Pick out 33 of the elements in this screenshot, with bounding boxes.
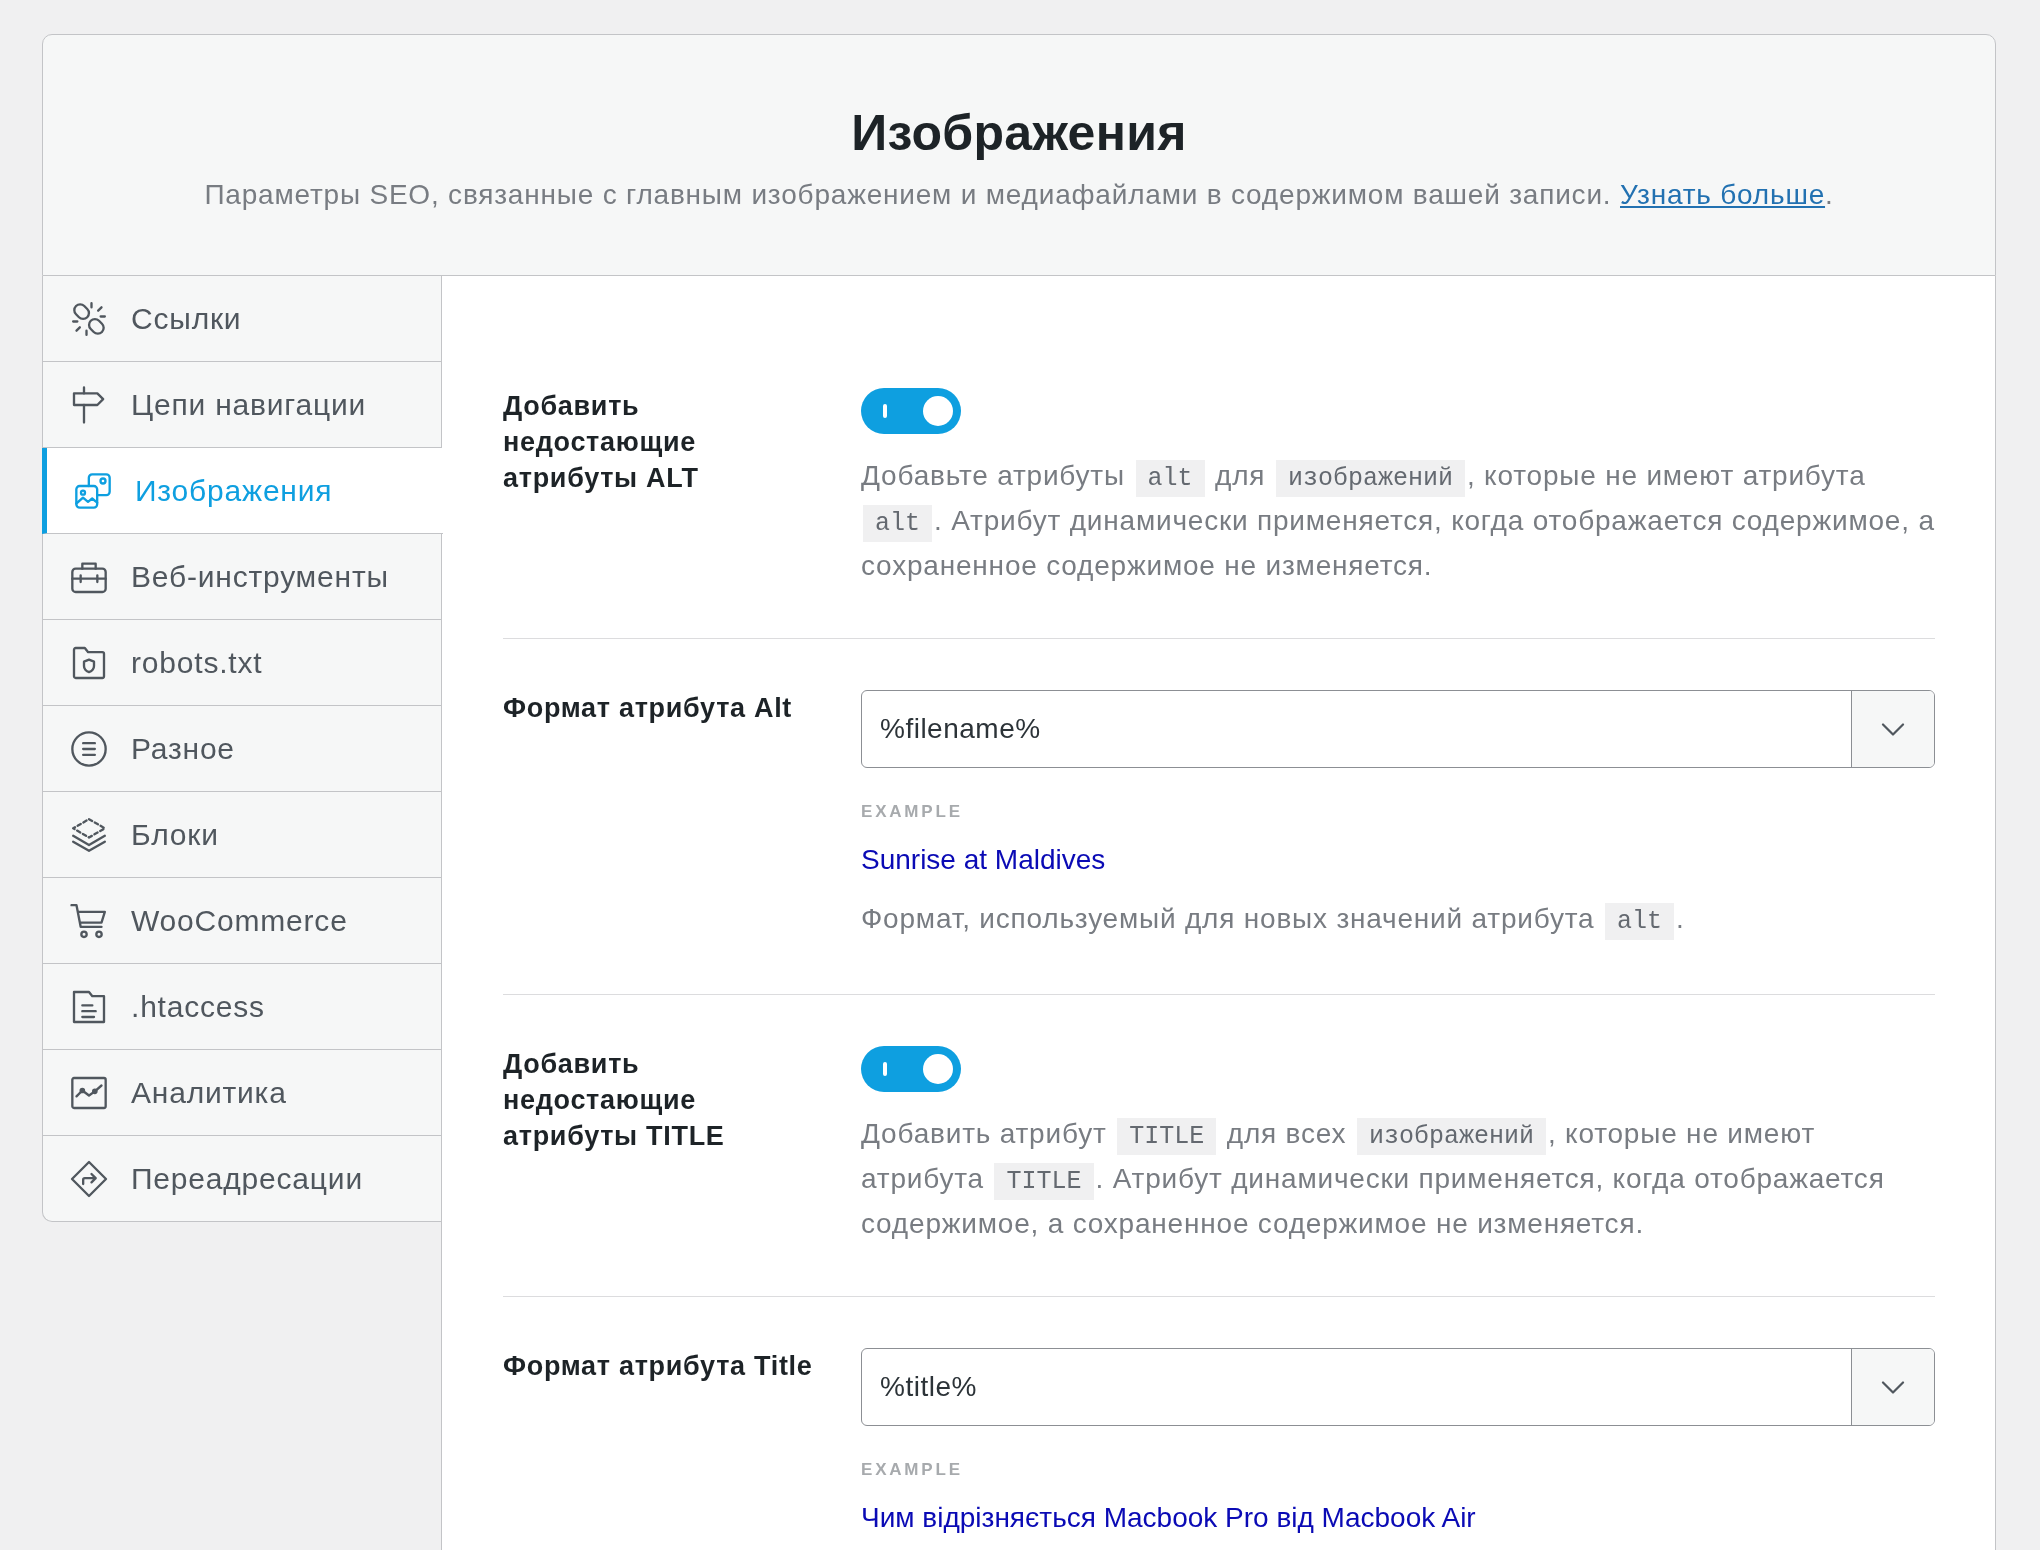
- sidebar-item[interactable]: .htaccess: [42, 964, 441, 1050]
- sidebar-item[interactable]: Цепи навигации: [42, 362, 441, 448]
- sidebar-item[interactable]: Блоки: [42, 792, 441, 878]
- example-preview: Чим відрізняється Macbook Pro від Macbook Air: [861, 1501, 1476, 1535]
- toggle-switch[interactable]: [861, 1046, 961, 1092]
- page-description: Параметры SEO, связанные с главным изображением и медиафайлами в содержимом вашей записи. Узнать больше.: [203, 178, 1835, 212]
- chevron-down-icon: [1881, 1380, 1905, 1394]
- images-icon: [73, 470, 113, 511]
- sidebar-item[interactable]: WooCommerce: [42, 878, 441, 964]
- setting-label: Добавить недостающие атрибуты ALT: [503, 391, 699, 493]
- sidebar-item[interactable]: robots.txt: [42, 620, 441, 706]
- chevron-down-icon: [1881, 722, 1905, 736]
- sidebar-item[interactable]: Переадресации: [42, 1136, 441, 1222]
- sidebar-item[interactable]: Разное: [42, 706, 441, 792]
- example-preview: Sunrise at Maldives: [861, 843, 1106, 877]
- page-title: Изображения: [851, 104, 1187, 163]
- learn-more-link[interactable]: Узнать больше: [1620, 179, 1826, 210]
- sidebar-item[interactable]: Веб-инструменты: [42, 534, 441, 620]
- setting-label: Формат атрибута Title: [503, 1351, 813, 1381]
- sidebar-item[interactable]: Ссылки: [42, 276, 441, 362]
- setting-description: Формат, используемый для новых значений атрибута alt .: [861, 898, 1935, 943]
- setting-description: Добавить атрибут TITLE для всех изображений , которые не имеют атрибута TITLE . Атрибут динамически применяется, когда отображается содержимое, а сохраненное содержимое не изменяется.: [861, 1117, 1886, 1241]
- example-label: EXAMPLE: [861, 801, 963, 823]
- format-select[interactable]: %filename%: [861, 690, 1935, 768]
- redirect-sign-icon: [69, 1158, 109, 1199]
- toggle-switch[interactable]: [861, 388, 961, 434]
- list-circle-icon: [69, 728, 109, 769]
- format-select[interactable]: %title%: [861, 1348, 1935, 1426]
- sidebar-item[interactable]: Аналитика: [42, 1050, 441, 1136]
- example-label: EXAMPLE: [861, 1459, 963, 1481]
- setting-label: Добавить недостающие атрибуты TITLE: [503, 1049, 725, 1151]
- setting-description: Добавьте атрибуты alt для изображений , которые не имеют атрибута alt . Атрибут динамически применяется, когда отображается содержимое, а сохраненное содержимое не изменяется.: [861, 459, 1935, 583]
- setting-label: Формат атрибута Alt: [503, 693, 793, 723]
